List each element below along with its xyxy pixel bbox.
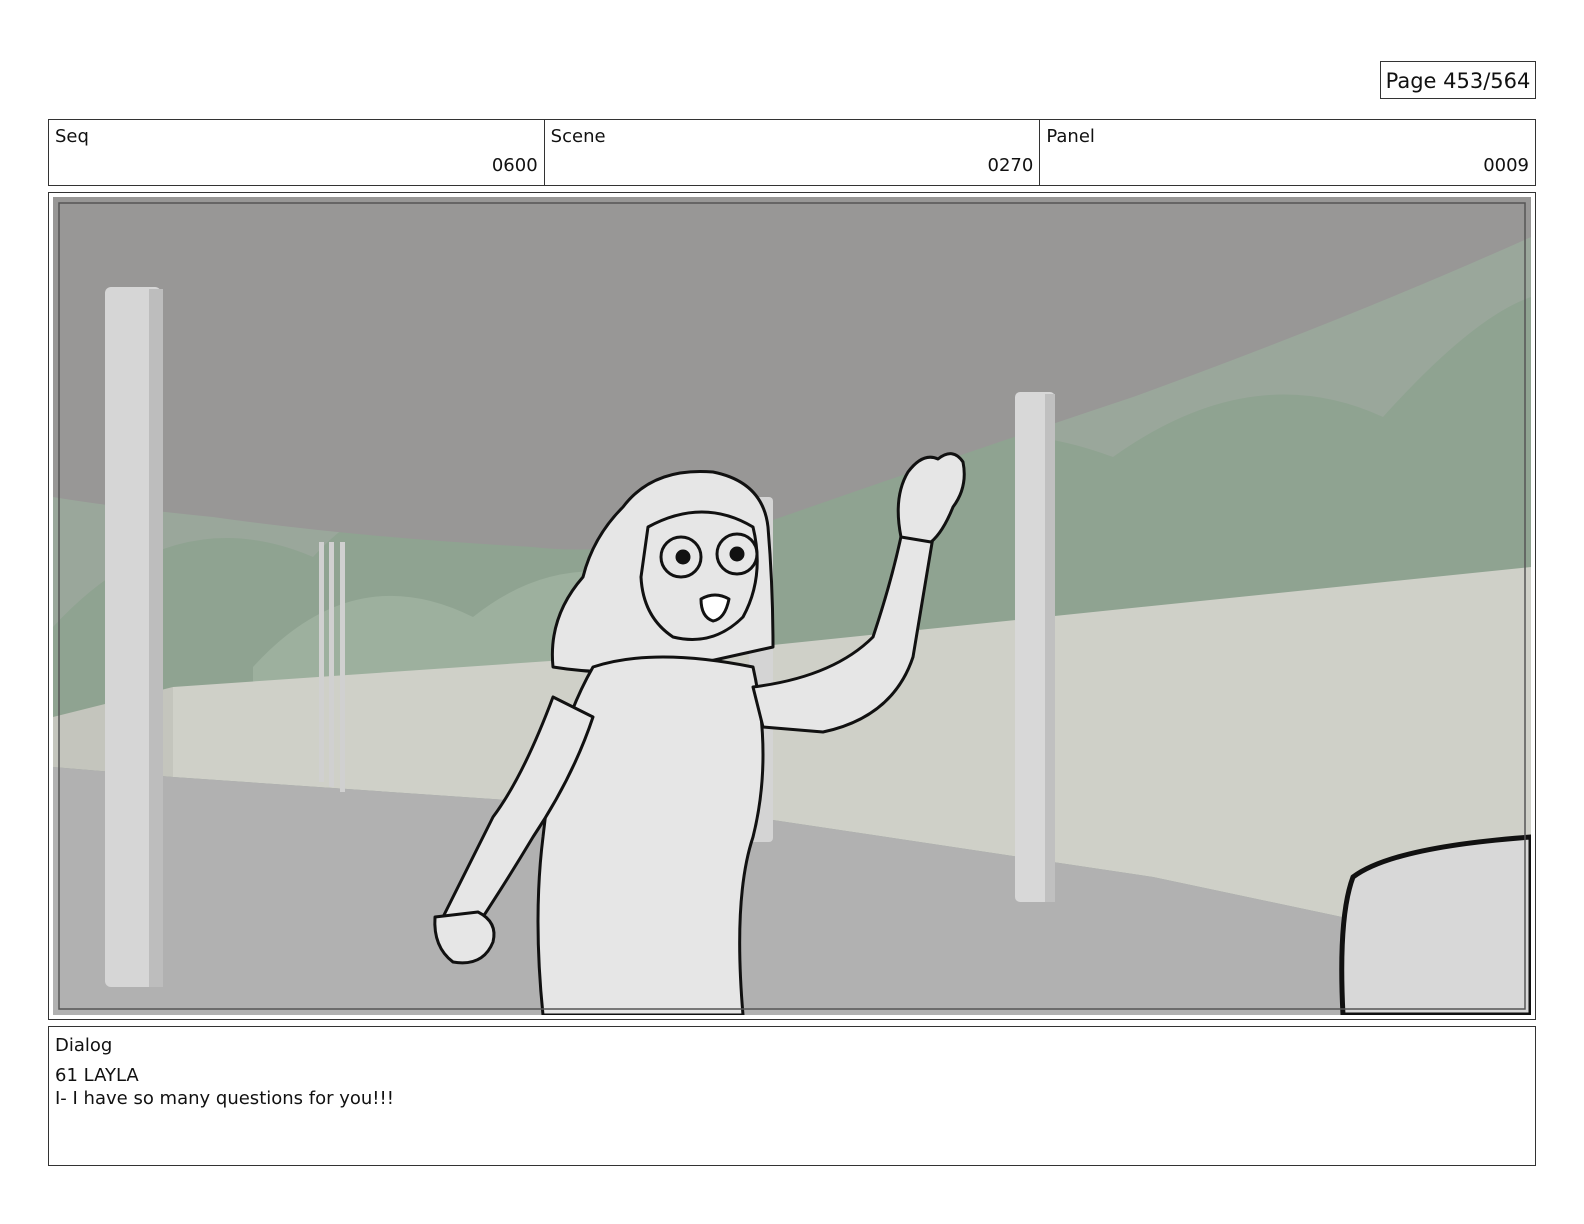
scene-label: Scene — [550, 126, 606, 147]
storyboard-panel-image — [53, 197, 1531, 1015]
panel-value: 0009 — [1483, 155, 1530, 176]
pole-2 — [329, 542, 334, 787]
dialog-speaker: 61 LAYLA — [55, 1065, 139, 1086]
storyboard-panel-frame — [48, 192, 1536, 1020]
seq-label: Seq — [55, 126, 89, 147]
panel-cell: Panel 0009 — [1040, 120, 1535, 185]
eye-left — [675, 549, 691, 565]
pillar-right-shade — [1045, 394, 1055, 902]
seq-cell: Seq 0600 — [49, 120, 545, 185]
pole-1 — [319, 542, 324, 782]
scene-cell: Scene 0270 — [545, 120, 1041, 185]
panel-label: Panel — [1046, 126, 1095, 147]
pole-3 — [340, 542, 345, 792]
page-number: Page 453/564 — [1380, 61, 1536, 99]
pillar-left-shade — [149, 289, 163, 987]
dialog-label: Dialog — [55, 1035, 113, 1056]
dialog-box: Dialog 61 LAYLA I- I have so many questi… — [48, 1026, 1536, 1166]
seq-value: 0600 — [491, 155, 538, 176]
eye-right — [729, 546, 745, 562]
scene-value: 0270 — [987, 155, 1034, 176]
dialog-line: I- I have so many questions for you!!! — [55, 1088, 394, 1109]
shot-info-header: Seq 0600 Scene 0270 Panel 0009 — [48, 119, 1536, 186]
character-face — [639, 510, 759, 641]
